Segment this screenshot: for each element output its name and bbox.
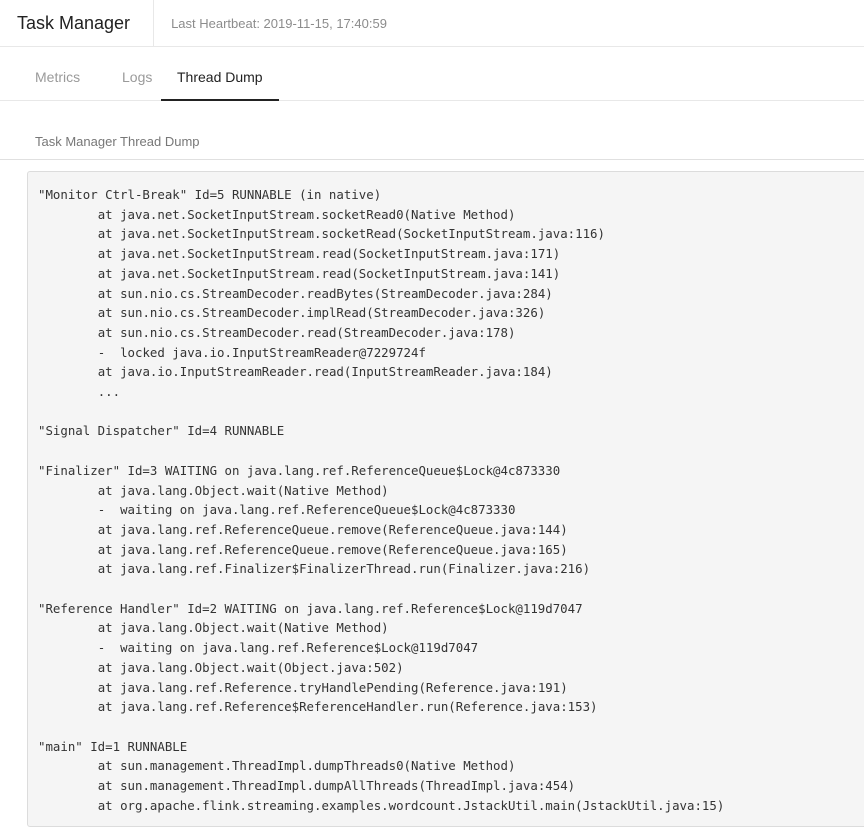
page-title: Task Manager (0, 0, 155, 46)
page-header: Task Manager Last Heartbeat: 2019-11-15,… (0, 0, 864, 47)
tab-logs[interactable]: Logs (122, 54, 152, 100)
tab-thread-dump[interactable]: Thread Dump (161, 54, 279, 101)
tab-metrics[interactable]: Metrics (35, 54, 80, 100)
tab-bar: Metrics Logs Thread Dump (0, 54, 864, 101)
thread-dump-text[interactable]: "Monitor Ctrl-Break" Id=5 RUNNABLE (in n… (27, 171, 864, 827)
section-divider (0, 159, 864, 160)
section-title: Task Manager Thread Dump (35, 134, 200, 149)
last-heartbeat: Last Heartbeat: 2019-11-15, 17:40:59 (171, 15, 387, 31)
